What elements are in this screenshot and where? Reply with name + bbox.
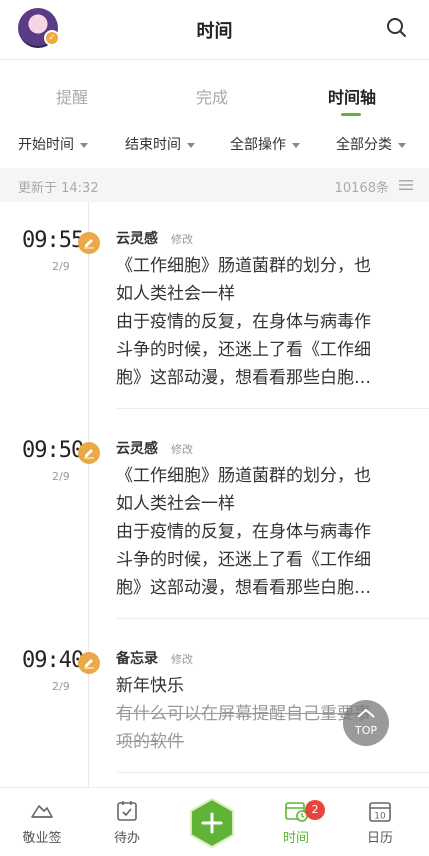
nav-label: 日历 bbox=[366, 831, 393, 846]
entry-date: 2/9 bbox=[52, 260, 70, 273]
tab-completed[interactable]: 完成 bbox=[157, 84, 267, 108]
filter-label: 结束时间 bbox=[125, 137, 181, 153]
content-line: 斗争的时候，还迷上了看《工作细 bbox=[116, 340, 371, 360]
nav-label: 待办 bbox=[113, 831, 140, 846]
caret-down-icon bbox=[292, 142, 300, 148]
entry-date: 2/9 bbox=[52, 680, 70, 693]
nav-jingyeqian[interactable]: 敬业签 bbox=[10, 800, 74, 846]
edit-badge-icon bbox=[78, 652, 100, 674]
calendar-day: 10 bbox=[374, 812, 386, 822]
entry-divider bbox=[116, 618, 429, 619]
nav-label: 时间 bbox=[282, 831, 309, 846]
add-button[interactable] bbox=[190, 798, 234, 848]
notification-badge: 2 bbox=[305, 800, 325, 820]
nav-label: 敬业签 bbox=[22, 831, 62, 846]
entry-author: 云灵感 bbox=[116, 441, 158, 457]
scroll-to-top-button[interactable]: TOP bbox=[343, 700, 389, 746]
tab-reminders[interactable]: 提醒 bbox=[17, 84, 127, 108]
chevron-up-icon bbox=[357, 708, 375, 718]
tab-timeline[interactable]: 时间轴 bbox=[297, 84, 407, 108]
filter-label: 开始时间 bbox=[18, 137, 74, 153]
filter-label: 全部分类 bbox=[336, 137, 392, 153]
filter-start-time[interactable]: 开始时间 bbox=[18, 134, 88, 154]
cloud-icon bbox=[31, 805, 53, 818]
tab-bar: 提醒 完成 时间轴 bbox=[0, 60, 429, 122]
status-bar: 更新于 14:32 10168条 bbox=[0, 168, 429, 202]
content-line: 《工作细胞》肠道菌群的划分，也 bbox=[116, 256, 371, 276]
filter-categories[interactable]: 全部分类 bbox=[336, 134, 406, 154]
content-line: 如人类社会一样 bbox=[116, 284, 235, 304]
bottom-navigation: 敬业签 待办 时间 2 10 日历 bbox=[0, 787, 429, 856]
caret-down-icon bbox=[187, 142, 195, 148]
content-line: 《工作细胞》肠道菌群的划分，也 bbox=[116, 466, 371, 486]
edit-badge-icon bbox=[78, 442, 100, 464]
content-line: 胞》这部动漫，想看看那些白胞… bbox=[116, 578, 371, 598]
entry-divider bbox=[116, 772, 429, 773]
caret-down-icon bbox=[398, 142, 406, 148]
calendar-icon: 10 bbox=[369, 802, 391, 822]
content-line: 新年快乐 bbox=[116, 676, 184, 696]
entry-content: 《工作细胞》肠道菌群的划分，也 如人类社会一样 由于疫情的反复，在身体与病毒作 … bbox=[116, 462, 406, 602]
content-line: 如人类社会一样 bbox=[116, 494, 235, 514]
search-icon[interactable] bbox=[385, 16, 407, 38]
entry-date: 2/9 bbox=[52, 470, 70, 483]
entry-action: 修改 bbox=[171, 653, 193, 666]
nav-todo[interactable]: 待办 bbox=[95, 800, 159, 846]
entry-time: 09:40 bbox=[22, 648, 84, 673]
top-bar: ✓ 时间 bbox=[0, 0, 429, 60]
top-button-label: TOP bbox=[354, 724, 377, 737]
edit-badge-icon bbox=[78, 232, 100, 254]
checklist-icon bbox=[117, 801, 137, 821]
content-line: 斗争的时候，还迷上了看《工作细 bbox=[116, 550, 371, 570]
filter-label: 全部操作 bbox=[230, 137, 286, 153]
entry-action: 修改 bbox=[171, 443, 193, 456]
page-title: 时间 bbox=[196, 21, 233, 42]
filter-end-time[interactable]: 结束时间 bbox=[125, 134, 195, 154]
nav-calendar[interactable]: 10 日历 bbox=[348, 800, 412, 846]
entry-content: 《工作细胞》肠道菌群的划分，也 如人类社会一样 由于疫情的反复，在身体与病毒作 … bbox=[116, 252, 406, 392]
entry-time: 09:50 bbox=[22, 438, 84, 463]
filter-operations[interactable]: 全部操作 bbox=[230, 134, 300, 154]
caret-down-icon bbox=[80, 142, 88, 148]
entry-divider bbox=[116, 408, 429, 409]
entry-action: 修改 bbox=[171, 233, 193, 246]
timeline-line bbox=[88, 202, 89, 787]
content-line: 由于疫情的反复，在身体与病毒作 bbox=[116, 522, 371, 542]
last-updated-text: 更新于 14:32 bbox=[18, 181, 99, 196]
entry-author: 备忘录 bbox=[116, 651, 158, 667]
content-line: 由于疫情的反复，在身体与病毒作 bbox=[116, 312, 371, 332]
active-tab-indicator bbox=[341, 113, 361, 116]
menu-list-icon[interactable] bbox=[399, 179, 413, 191]
content-line: 胞》这部动漫，想看看那些白胞… bbox=[116, 368, 371, 388]
filter-bar: 开始时间 结束时间 全部操作 全部分类 bbox=[0, 124, 429, 164]
record-count: 10168条 bbox=[334, 181, 389, 196]
entry-author: 云灵感 bbox=[116, 231, 158, 247]
entry-time: 09:55 bbox=[22, 228, 84, 253]
